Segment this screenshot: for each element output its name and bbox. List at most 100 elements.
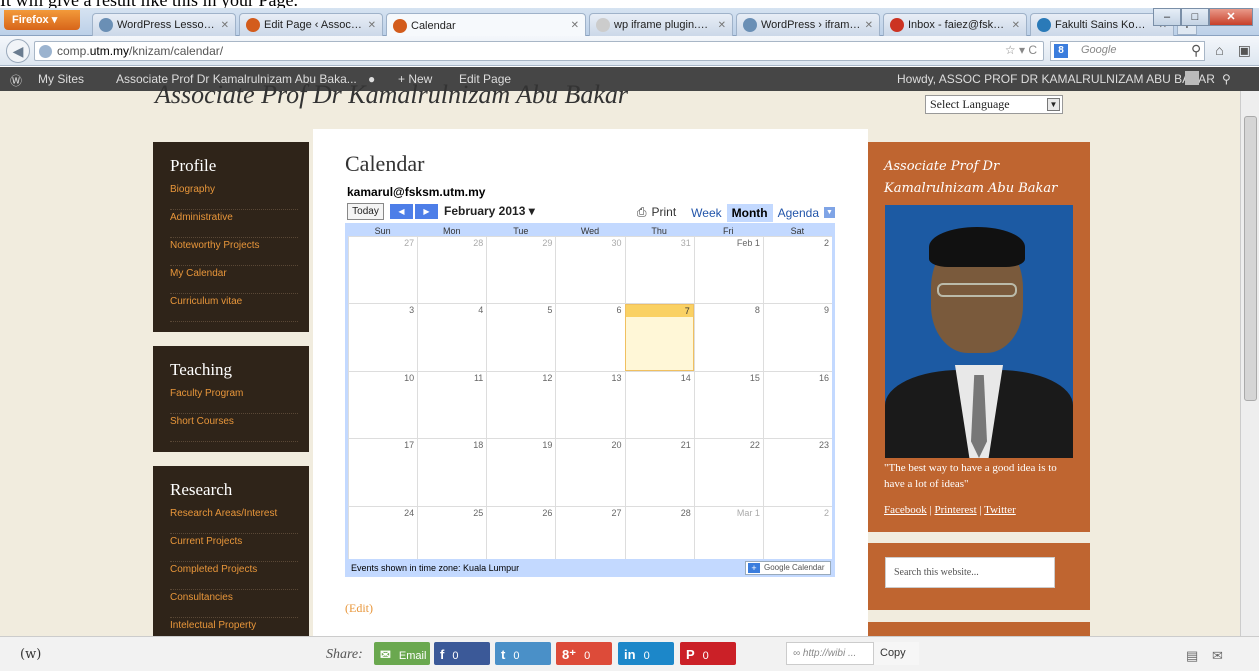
browser-tab[interactable]: WordPress › iframe ... ✕ — [736, 13, 880, 36]
sidebar-link[interactable]: Current Projects — [170, 534, 298, 562]
close-tab-icon[interactable]: ✕ — [718, 20, 726, 31]
sidebar-link[interactable]: Administrative — [170, 210, 298, 238]
admin-search-icon[interactable]: ⚲ — [1222, 72, 1231, 86]
copy-button[interactable]: Copy — [873, 642, 919, 665]
gplus-share-button[interactable]: 8⁺ 0 — [556, 642, 612, 665]
calendar-day-cell[interactable]: 14 — [624, 371, 694, 439]
site-search-input[interactable]: Search this website... — [885, 557, 1055, 588]
calendar-day-today[interactable]: 7 — [624, 304, 694, 371]
calendar-day-cell[interactable]: 16 — [762, 371, 832, 439]
email-share-button[interactable]: ✉ Email — [374, 642, 430, 665]
wordpress-logo-icon[interactable]: Ⓦ — [10, 72, 22, 89]
next-month-button[interactable]: ▶ — [415, 204, 438, 219]
calendar-day-cell[interactable]: 20 — [555, 439, 624, 506]
widget-heading: Profile — [170, 156, 217, 175]
calendar-day-cell[interactable]: 6 — [555, 304, 624, 371]
calendar-day-cell[interactable]: 5 — [486, 304, 555, 371]
language-select[interactable]: Select Language ▼ — [925, 95, 1063, 114]
author-name-line2: Kamalrulnizam Abu Bakar — [884, 181, 1058, 196]
google-calendar-badge[interactable]: + Google Calendar — [745, 561, 831, 575]
facebook-share-button[interactable]: f0 — [434, 642, 490, 665]
twitter-link[interactable]: Twitter — [984, 504, 1016, 516]
browser-tab[interactable]: wp iframe plugin.pn... ✕ — [589, 13, 733, 36]
vertical-scrollbar[interactable] — [1240, 91, 1259, 636]
browser-tab[interactable]: WordPress Lessons ... ✕ — [92, 13, 236, 36]
calendar-day-cell[interactable]: 13 — [555, 371, 624, 439]
sidebar-link[interactable]: Faculty Program — [170, 386, 298, 414]
scrollbar-thumb[interactable] — [1244, 116, 1257, 401]
calendar-day-cell[interactable]: 21 — [624, 439, 694, 506]
chevron-down-icon[interactable]: ▼ — [824, 207, 835, 218]
tab-month[interactable]: Month — [726, 203, 773, 222]
sidebar-link[interactable]: Consultancies — [170, 590, 298, 618]
calendar-day-cell[interactable]: 31 — [624, 237, 694, 304]
sidebar-link[interactable]: My Calendar — [170, 266, 298, 294]
shortlink-field[interactable]: ∞ http://wibi ... Copy — [786, 642, 919, 665]
calendar-day-cell[interactable]: 12 — [486, 371, 555, 439]
calendar-day-cell[interactable]: 11 — [417, 371, 486, 439]
linkedin-share-button[interactable]: in 0 — [618, 642, 674, 665]
bookmark-star-icon[interactable]: ☆ ▾ C — [1005, 43, 1037, 57]
favicon-icon — [743, 18, 757, 32]
browser-tab[interactable]: Calendar ✕ — [386, 13, 586, 37]
tab-agenda[interactable]: Agenda — [773, 204, 824, 222]
close-tab-icon[interactable]: ✕ — [571, 20, 579, 31]
search-icon[interactable]: ⚲ — [1191, 42, 1201, 59]
calendar-day-cell[interactable]: 3 — [348, 304, 417, 371]
wibiya-logo[interactable]: (w) — [20, 647, 41, 662]
firefox-menu-button[interactable]: Firefox ▾ — [4, 10, 80, 30]
prev-month-button[interactable]: ◀ — [390, 204, 413, 219]
edit-link[interactable]: (Edit) — [345, 601, 373, 616]
twitter-share-button[interactable]: t0 — [495, 642, 551, 665]
calendar-day-cell[interactable]: Feb 1 — [693, 237, 763, 304]
calendar-day-cell[interactable]: 4 — [417, 304, 486, 371]
calendar-day-cell[interactable]: 29 — [486, 237, 555, 304]
browser-tab[interactable]: Inbox - faiez@fsksm... ✕ — [883, 13, 1027, 36]
reader-icon[interactable]: ▤ — [1186, 648, 1198, 664]
print-button[interactable]: ⎙ Print — [632, 203, 686, 222]
envelope-icon[interactable]: ✉ — [1212, 648, 1223, 664]
calendar-day-cell[interactable]: 18 — [417, 439, 486, 506]
facebook-link[interactable]: Facebook — [884, 504, 927, 516]
browser-tab-strip: Firefox ▾ WordPress Lessons ... ✕ Edit Pag… — [0, 8, 1259, 37]
close-tab-icon[interactable]: ✕ — [1012, 20, 1020, 31]
calendar-day-cell[interactable]: 2 — [762, 237, 832, 304]
howdy-account[interactable]: Howdy, ASSOC PROF DR KAMALRULNIZAM ABU B… — [897, 72, 1215, 86]
month-selector[interactable]: February 2013 ▾ — [444, 204, 535, 218]
calendar-day-cell[interactable]: 9 — [762, 304, 832, 371]
home-icon[interactable]: ⌂ — [1215, 42, 1223, 59]
site-title[interactable]: Associate Prof Dr Kamalrulnizam Abu Baka… — [155, 80, 628, 110]
close-window-button[interactable]: ✕ — [1209, 8, 1253, 26]
browser-tab[interactable]: Edit Page ‹ Associat... ✕ — [239, 13, 383, 36]
calendar-day-cell[interactable]: 15 — [693, 371, 763, 439]
calendar-day-cell[interactable]: 10 — [348, 371, 417, 439]
sidebar-link[interactable]: Curriculum vitae — [170, 294, 298, 322]
calendar-day-cell[interactable]: 28 — [417, 237, 486, 304]
address-bar[interactable]: comp.utm.my/knizam/calendar/ ☆ ▾ C — [34, 41, 1044, 61]
tab-week[interactable]: Week — [686, 204, 726, 222]
close-tab-icon[interactable]: ✕ — [368, 20, 376, 31]
calendar-day-cell[interactable]: 30 — [555, 237, 624, 304]
calendar-day-cell[interactable]: 23 — [762, 439, 832, 506]
calendar-day-cell[interactable]: 8 — [693, 304, 763, 371]
calendar-day-cell[interactable]: 22 — [693, 439, 763, 506]
sidebar-link[interactable]: Completed Projects — [170, 562, 298, 590]
calendar-day-cell[interactable]: 27 — [348, 237, 417, 304]
pinterest-share-button[interactable]: P0 — [680, 642, 736, 665]
calendar-day-cell[interactable]: 17 — [348, 439, 417, 506]
minimize-button[interactable]: – — [1153, 8, 1181, 26]
maximize-button[interactable]: □ — [1181, 8, 1209, 26]
search-input[interactable]: 8 Google — [1050, 41, 1205, 61]
addon-icon[interactable]: ▣ — [1238, 42, 1251, 59]
calendar-day-cell[interactable]: 19 — [486, 439, 555, 506]
today-button[interactable]: Today — [347, 203, 384, 220]
close-tab-icon[interactable]: ✕ — [221, 20, 229, 31]
sidebar-link[interactable]: Short Courses — [170, 414, 298, 442]
pinterest-link[interactable]: Printerest — [934, 504, 976, 516]
my-sites-link[interactable]: My Sites — [38, 72, 84, 86]
sidebar-link[interactable]: Noteworthy Projects — [170, 238, 298, 266]
close-tab-icon[interactable]: ✕ — [865, 20, 873, 31]
back-button[interactable]: ◀ — [6, 39, 30, 63]
sidebar-link[interactable]: Research Areas/Interest — [170, 506, 298, 534]
sidebar-link[interactable]: Biography — [170, 182, 298, 210]
